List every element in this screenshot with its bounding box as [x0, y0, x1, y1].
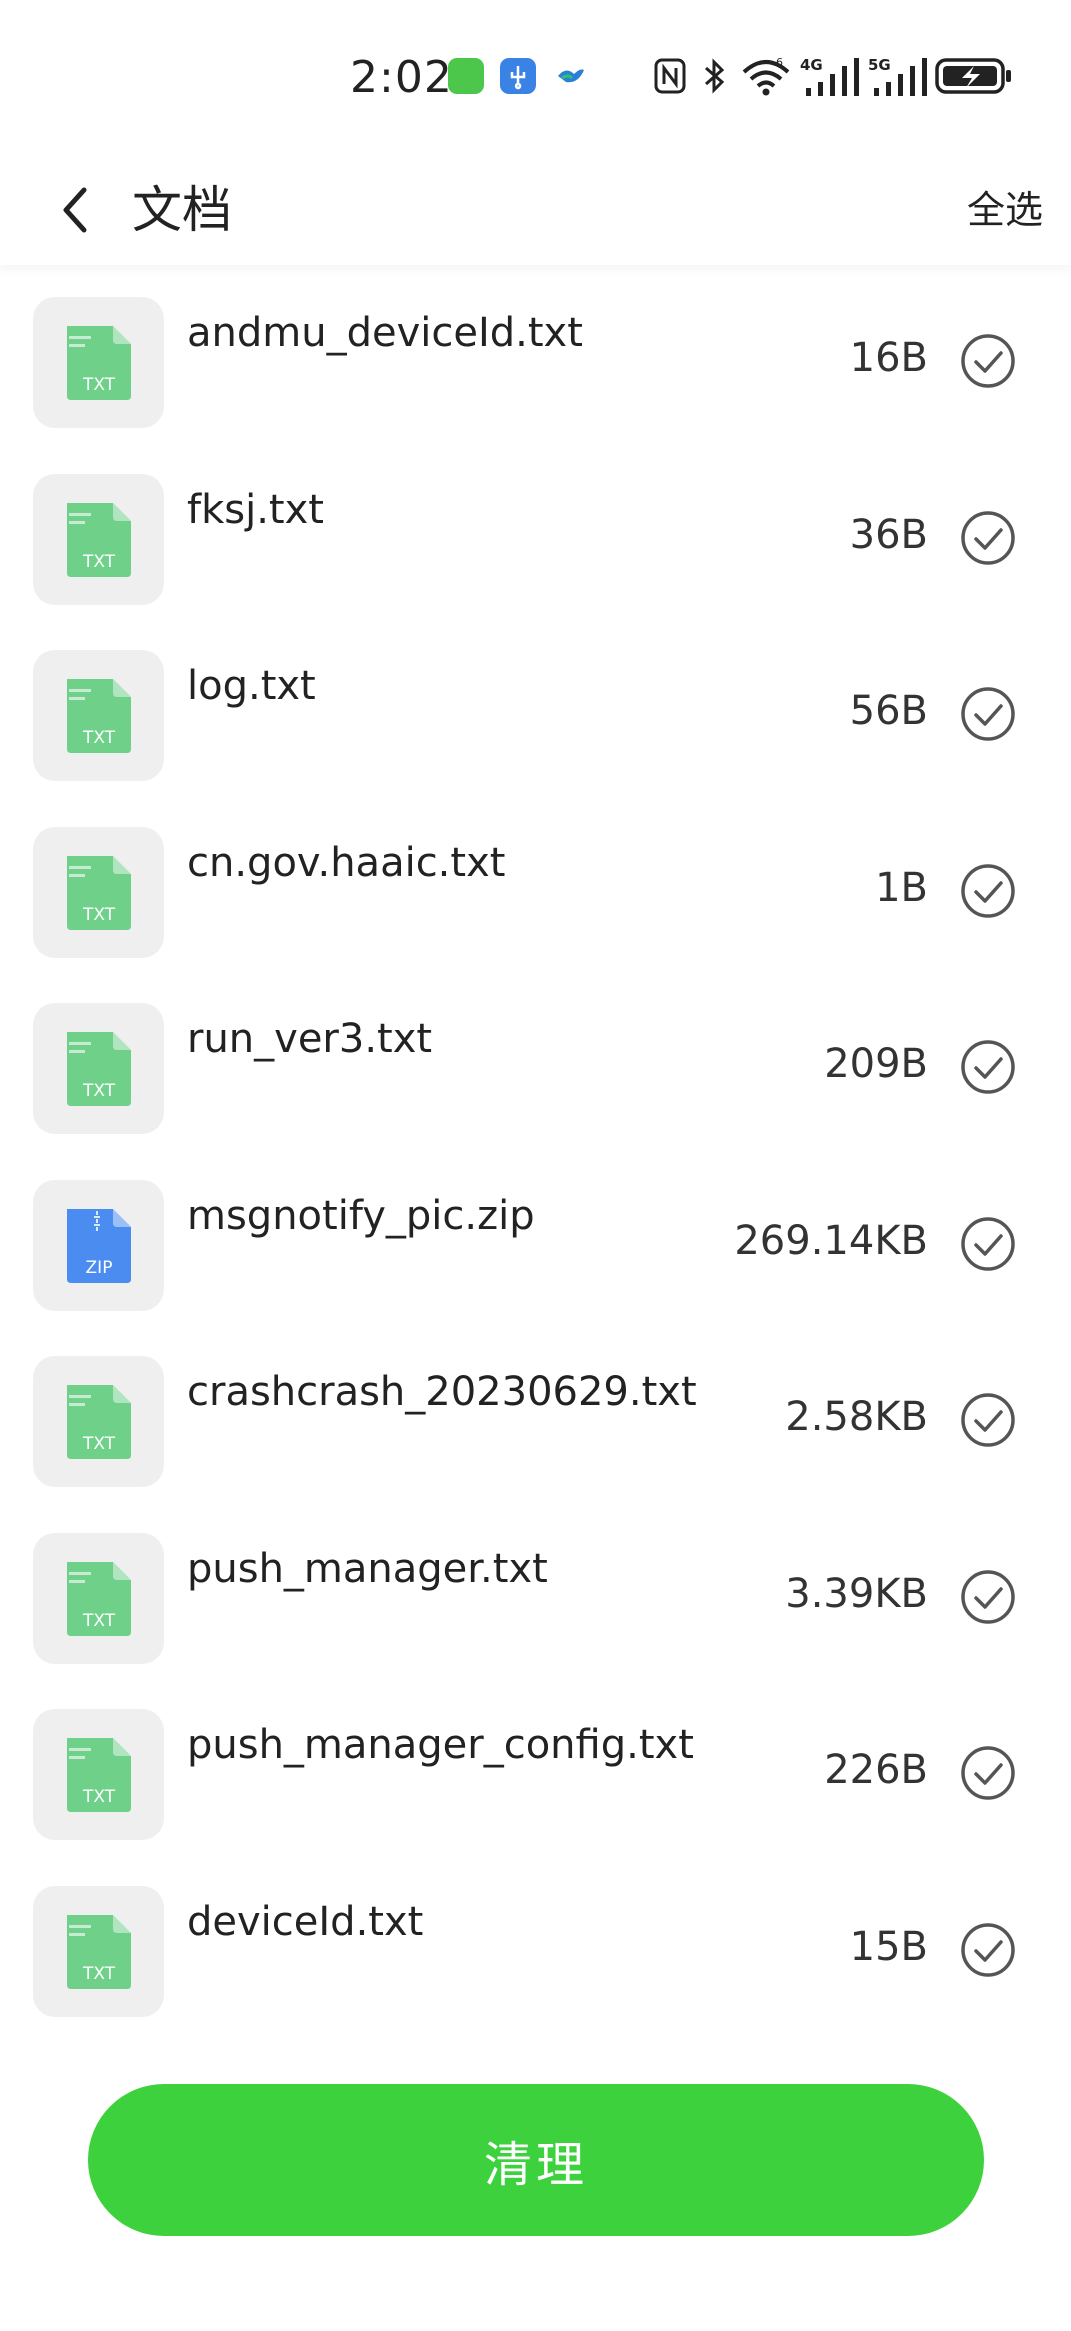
clean-button[interactable]: 清理	[88, 2084, 984, 2236]
file-type-label: ZIP	[86, 1258, 113, 1278]
txt-file-icon: TXT	[33, 473, 164, 605]
file-name: msgnotify_pic.zip	[187, 1192, 535, 1239]
bluetooth-icon	[705, 58, 725, 94]
file-list-item[interactable]: TXT cn.gov.haaic.txt 1B	[0, 800, 1071, 977]
file-type-label: TXT	[82, 905, 116, 925]
battery-charging-icon	[935, 58, 1011, 94]
txt-file-icon: TXT	[33, 826, 164, 958]
txt-file-icon: TXT	[33, 1885, 164, 2017]
zip-file-icon: ZIP	[33, 1179, 164, 1311]
check-circle-icon[interactable]	[959, 1391, 1017, 1449]
file-name: run_ver3.txt	[187, 1016, 433, 1062]
network-4g-label: 4G	[800, 56, 823, 74]
file-list: TXT andmu_deviceId.txt 16B TXT fksj.txt 36B TX…	[0, 270, 1071, 2035]
check-circle-icon[interactable]	[959, 1921, 1017, 1979]
usb-icon	[500, 58, 536, 94]
status-bar: 2:02 6 4G 5G	[0, 0, 1071, 155]
file-size: 209B	[824, 1041, 928, 1087]
app-bird-icon	[556, 64, 586, 86]
txt-file-icon: TXT	[33, 1003, 164, 1134]
txt-file-icon: TXT	[33, 1532, 164, 1664]
svg-text:6: 6	[776, 56, 783, 69]
check-circle-icon[interactable]	[959, 509, 1017, 567]
file-type-label: TXT	[82, 375, 116, 395]
file-name: deviceId.txt	[187, 1898, 424, 1945]
nfc-icon	[654, 58, 686, 94]
file-type-label: TXT	[82, 1434, 116, 1454]
file-size: 226B	[824, 1747, 928, 1793]
file-size: 269.14KB	[734, 1217, 928, 1264]
file-size: 16B	[849, 335, 928, 381]
file-type-label: TXT	[82, 552, 116, 572]
file-name: fksj.txt	[187, 486, 324, 533]
check-circle-icon[interactable]	[959, 685, 1017, 743]
file-size: 2.58KB	[785, 1394, 928, 1440]
top-app-bar: 文档 全选	[0, 155, 1071, 265]
file-type-label: TXT	[82, 1787, 116, 1807]
check-circle-icon[interactable]	[959, 862, 1017, 920]
file-type-label: TXT	[82, 1081, 116, 1101]
file-name: cn.gov.haaic.txt	[187, 839, 506, 886]
file-list-item[interactable]: TXT deviceId.txt 15B	[0, 1859, 1071, 2036]
file-name: log.txt	[187, 663, 316, 709]
txt-file-icon: TXT	[33, 1356, 164, 1487]
check-circle-icon[interactable]	[959, 332, 1017, 390]
file-name: crashcrash_20230629.txt	[187, 1369, 697, 1415]
file-name: push_manager.txt	[187, 1545, 548, 1592]
signal-4g-icon: 4G	[800, 56, 859, 96]
wifi-icon: 6	[742, 56, 790, 96]
page-title: 文档	[132, 181, 232, 239]
file-type-label: TXT	[82, 1964, 116, 1984]
check-circle-icon[interactable]	[959, 1568, 1017, 1626]
file-list-item[interactable]: TXT push_manager_config.txt 226B	[0, 1682, 1071, 1859]
network-5g-label: 5G	[868, 56, 891, 74]
txt-file-icon: TXT	[33, 297, 164, 428]
file-size: 3.39KB	[785, 1570, 928, 1617]
file-list-item[interactable]: TXT log.txt 56B	[0, 623, 1071, 800]
file-list-item[interactable]: ZIP msgnotify_pic.zip 269.14KB	[0, 1153, 1071, 1330]
file-name: andmu_deviceId.txt	[187, 310, 583, 356]
file-size: 36B	[849, 511, 928, 558]
file-type-label: TXT	[82, 728, 116, 748]
signal-5g-icon: 5G	[868, 56, 927, 96]
file-size: 1B	[875, 864, 928, 911]
txt-file-icon: TXT	[33, 650, 164, 781]
app-notification-icon	[448, 58, 484, 94]
file-list-item[interactable]: TXT push_manager.txt 3.39KB	[0, 1506, 1071, 1683]
chevron-left-icon[interactable]	[50, 180, 100, 240]
file-list-item[interactable]: TXT andmu_deviceId.txt 16B	[0, 270, 1071, 447]
status-time: 2:02	[350, 52, 453, 103]
file-size: 56B	[849, 688, 928, 734]
check-circle-icon[interactable]	[959, 1215, 1017, 1273]
check-circle-icon[interactable]	[959, 1744, 1017, 1802]
file-name: push_manager_config.txt	[187, 1722, 694, 1768]
file-list-item[interactable]: TXT run_ver3.txt 209B	[0, 976, 1071, 1153]
select-all-button[interactable]: 全选	[967, 185, 1043, 235]
check-circle-icon[interactable]	[959, 1038, 1017, 1096]
file-list-item[interactable]: TXT fksj.txt 36B	[0, 447, 1071, 624]
txt-file-icon: TXT	[33, 1709, 164, 1840]
file-size: 15B	[849, 1923, 928, 1970]
file-list-item[interactable]: TXT crashcrash_20230629.txt 2.58KB	[0, 1329, 1071, 1506]
file-type-label: TXT	[82, 1611, 116, 1631]
